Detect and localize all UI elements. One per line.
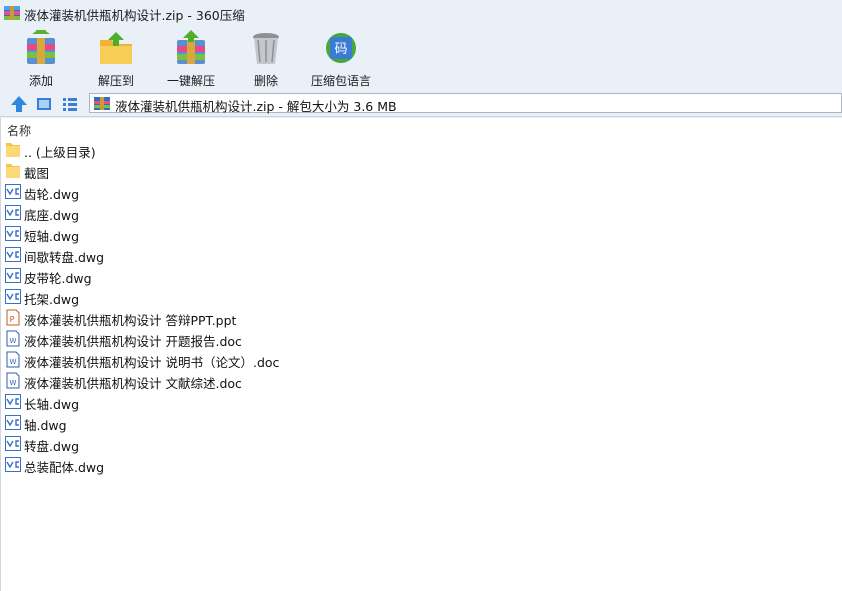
file-row[interactable]: 转盘.dwg — [5, 433, 505, 454]
file-row[interactable]: W 液体灌装机供瓶机构设计 说明书（论文）.doc — [5, 349, 505, 370]
svg-text:P: P — [10, 315, 15, 324]
add-label: 添加 — [28, 74, 53, 88]
archive-language-button[interactable]: 码 压缩包语言 — [306, 30, 376, 88]
dwg-file-icon — [5, 225, 21, 242]
one-click-extract-label: 一键解压 — [166, 74, 215, 88]
svg-text:码: 码 — [334, 42, 347, 57]
file-row[interactable]: 轴.dwg — [5, 412, 505, 433]
thumbnail-view-icon[interactable] — [36, 96, 52, 112]
dwg-file-icon — [5, 393, 21, 410]
file-row[interactable]: 长轴.dwg — [5, 391, 505, 412]
file-row[interactable]: 皮带轮.dwg — [5, 265, 505, 286]
file-list: 名称 .. (上级目录) 截图齿轮.dwg 底座.dwg 短轴.dwg 间歇转盘.dwg… — [0, 118, 842, 591]
doc-file-icon: W — [5, 330, 21, 347]
ppt-file-icon: P — [5, 309, 21, 326]
address-bar: 液体灌装机供瓶机构设计.zip - 解包大小为 3.6 MB — [0, 92, 842, 117]
file-name: 齿轮.dwg — [24, 187, 80, 202]
dwg-file-icon — [5, 246, 21, 263]
file-row[interactable]: W 液体灌装机供瓶机构设计 文献综述.doc — [5, 370, 505, 391]
one-click-extract-button[interactable]: 一键解压 — [156, 30, 226, 88]
extract-to-icon — [100, 32, 132, 64]
doc-file-icon: W — [5, 372, 21, 389]
file-row[interactable]: 总装配体.dwg — [5, 454, 505, 475]
file-row[interactable]: 底座.dwg — [5, 202, 505, 223]
file-name: 液体灌装机供瓶机构设计 说明书（论文）.doc — [24, 355, 280, 370]
delete-label: 删除 — [253, 74, 278, 88]
title-bar: 液体灌装机供瓶机构设计.zip - 360压缩 — [0, 0, 842, 26]
folder-icon — [5, 141, 21, 158]
file-name: 截图 — [24, 166, 50, 181]
archive-language-label: 压缩包语言 — [310, 74, 371, 88]
file-name: 轴.dwg — [24, 418, 67, 433]
list-view-icon[interactable] — [62, 96, 78, 112]
file-name: .. (上级目录) — [24, 145, 96, 160]
file-row[interactable]: .. (上级目录) — [5, 139, 505, 160]
file-name: 总装配体.dwg — [24, 460, 105, 475]
folder-icon — [5, 162, 21, 179]
archive-file-icon — [94, 97, 110, 110]
file-row[interactable]: 截图 — [5, 160, 505, 181]
archive-language-icon: 码 — [326, 33, 356, 63]
archive-app-icon — [4, 6, 20, 20]
doc-file-icon: W — [5, 351, 21, 368]
file-name: 长轴.dwg — [24, 397, 80, 412]
file-row[interactable]: 托架.dwg — [5, 286, 505, 307]
file-name: 液体灌装机供瓶机构设计 答辩PPT.ppt — [24, 313, 237, 328]
file-name: 底座.dwg — [24, 208, 80, 223]
file-name: 液体灌装机供瓶机构设计 文献综述.doc — [24, 376, 242, 391]
file-name: 液体灌装机供瓶机构设计 开题报告.doc — [24, 334, 242, 349]
file-name: 间歇转盘.dwg — [24, 250, 105, 265]
dwg-file-icon — [5, 204, 21, 221]
path-text: 液体灌装机供瓶机构设计.zip - 解包大小为 3.6 MB — [115, 99, 397, 114]
extract-to-label: 解压到 — [97, 74, 134, 88]
file-row[interactable]: 间歇转盘.dwg — [5, 244, 505, 265]
dwg-file-icon — [5, 456, 21, 473]
dwg-file-icon — [5, 267, 21, 284]
path-field[interactable]: 液体灌装机供瓶机构设计.zip - 解包大小为 3.6 MB — [89, 93, 842, 114]
add-archive-icon — [27, 30, 55, 64]
column-header-name[interactable]: 名称 — [7, 122, 31, 139]
file-name: 托架.dwg — [24, 292, 80, 307]
add-button[interactable]: 添加 — [6, 30, 76, 88]
file-row[interactable]: 齿轮.dwg — [5, 181, 505, 202]
extract-to-button[interactable]: 解压到 — [81, 30, 151, 88]
one-click-extract-icon — [177, 30, 205, 64]
dwg-file-icon — [5, 435, 21, 452]
file-name: 短轴.dwg — [24, 229, 80, 244]
file-row[interactable]: P 液体灌装机供瓶机构设计 答辩PPT.ppt — [5, 307, 505, 328]
file-row[interactable]: W 液体灌装机供瓶机构设计 开题报告.doc — [5, 328, 505, 349]
file-row[interactable]: 短轴.dwg — [5, 223, 505, 244]
window-title: 液体灌装机供瓶机构设计.zip - 360压缩 — [24, 8, 245, 23]
dwg-file-icon — [5, 414, 21, 431]
svg-text:W: W — [10, 337, 17, 345]
svg-text:W: W — [10, 358, 17, 366]
dwg-file-icon — [5, 183, 21, 200]
delete-button[interactable]: 删除 — [231, 30, 301, 88]
dwg-file-icon — [5, 288, 21, 305]
delete-trash-icon — [253, 33, 279, 64]
up-arrow-icon[interactable] — [10, 95, 28, 113]
file-name: 皮带轮.dwg — [24, 271, 92, 286]
toolbar: 添加 解压到 一键解压 删除 码 压缩包语言 — [0, 26, 842, 92]
file-name: 转盘.dwg — [24, 439, 80, 454]
svg-text:W: W — [10, 379, 17, 387]
